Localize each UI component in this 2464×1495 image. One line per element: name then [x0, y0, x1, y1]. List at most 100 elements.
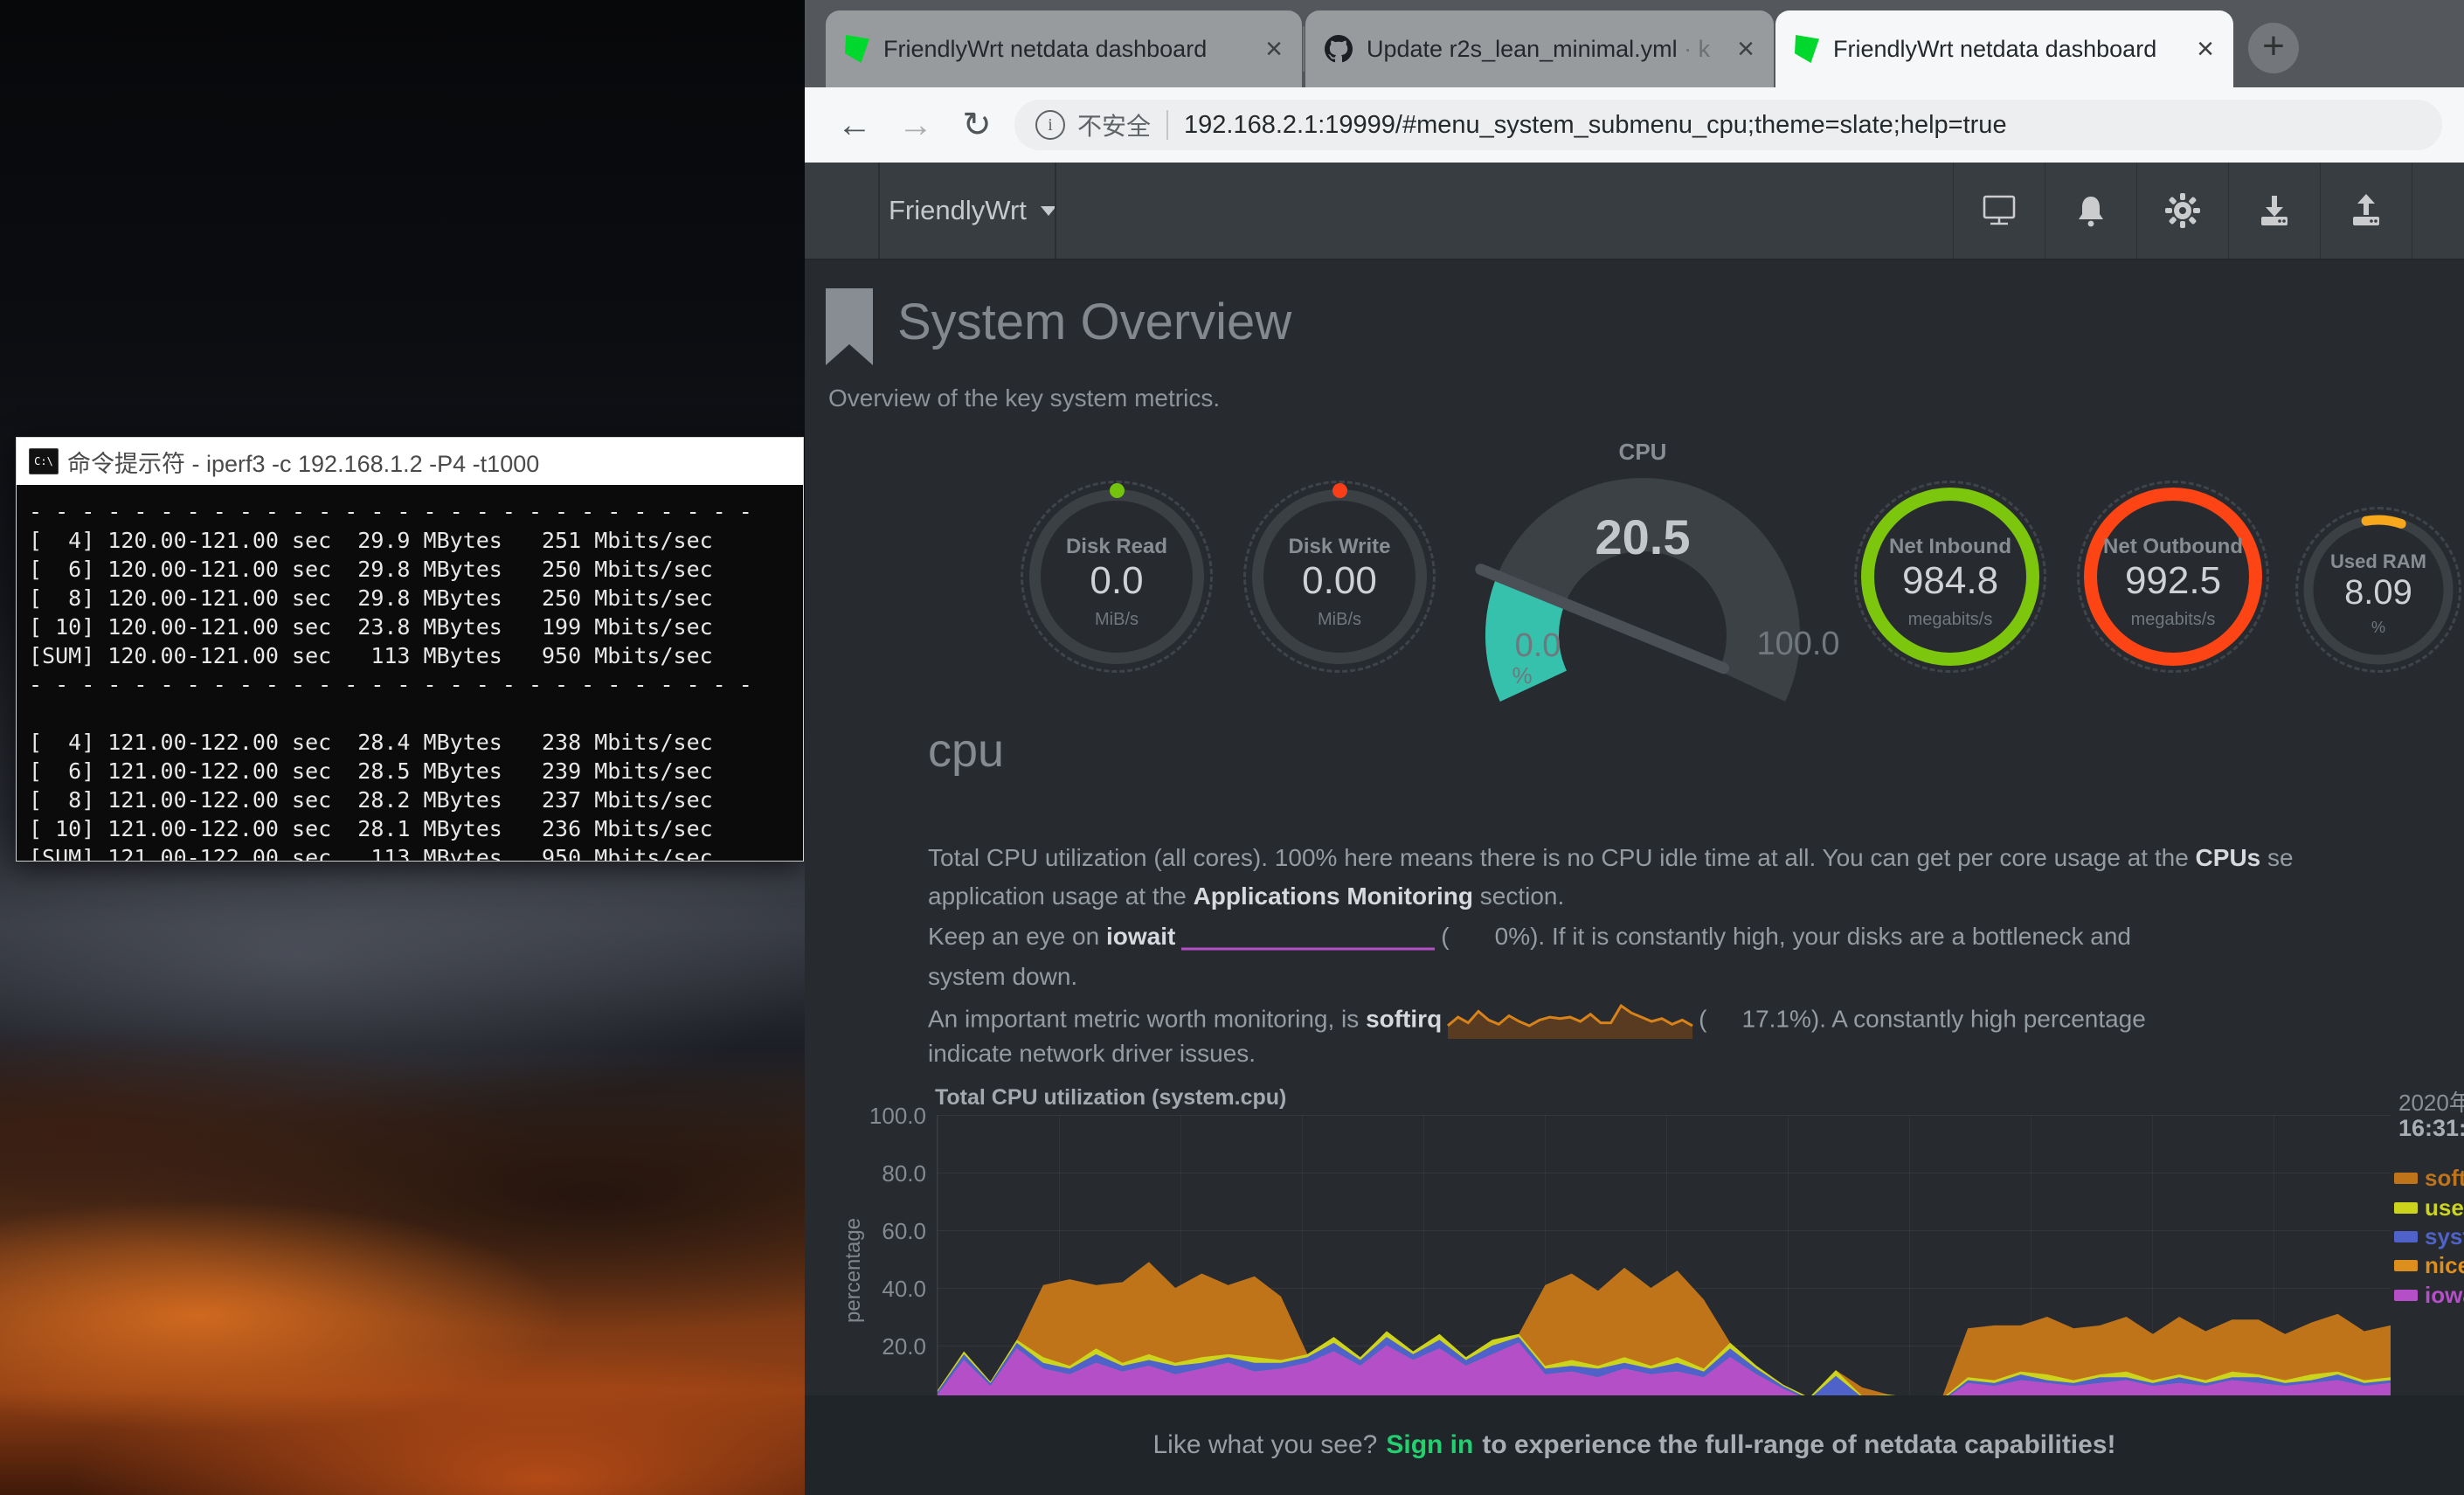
terminal-output[interactable]: - - - - - - - - - - - - - - - - - - - - … — [17, 485, 803, 861]
legend-item-system[interactable]: system — [2394, 1225, 2464, 1248]
gauge-used-ram[interactable]: Used RAM 8.09 % — [2295, 507, 2461, 673]
cpu-description-line: application usage at the Applications Mo… — [928, 882, 2464, 910]
browser-window: FriendlyWrt netdata dashboard × Update r… — [805, 0, 2464, 1495]
bookmark-icon — [826, 288, 873, 365]
tab-netdata-2-active[interactable]: FriendlyWrt netdata dashboard × — [1775, 10, 2233, 87]
address-bar[interactable]: i 不安全 192.168.2.1:19999/#menu_system_sub… — [1014, 100, 2442, 150]
legend-swatch — [2394, 1290, 2418, 1301]
brand-dropdown[interactable]: FriendlyWrt — [889, 163, 1056, 259]
terminal-line: [ 4] 120.00-121.00 sec 29.9 MBytes 251 M… — [29, 526, 803, 555]
cpu-chart-svg — [938, 1115, 2391, 1403]
security-label: 不安全 — [1077, 107, 1151, 142]
ytick: 60.0 — [830, 1218, 926, 1245]
tab-separator — [1303, 26, 1305, 72]
export-snapshot-button[interactable] — [2320, 163, 2412, 259]
monitor-icon — [1980, 193, 2018, 228]
forward-button[interactable]: → — [890, 100, 941, 150]
terminal-titlebar[interactable]: C:\ 命令提示符 - iperf3 -c 192.168.1.2 -P4 -t… — [17, 438, 803, 485]
legend-item-iowait[interactable]: iowait — [2394, 1284, 2464, 1306]
softirq-sparkline[interactable] — [1447, 1001, 1693, 1040]
gauge-net-inbound[interactable]: Net Inbound 984.8 megabits/s — [1854, 481, 2046, 673]
download-icon — [2256, 192, 2293, 229]
gauge-value: 992.5 — [2077, 559, 2269, 603]
tab-github[interactable]: Update r2s_lean_minimal.yml · k × — [1305, 10, 1774, 87]
back-button[interactable]: ← — [829, 100, 880, 150]
terminal-line: [ 10] 120.00-121.00 sec 23.8 MBytes 199 … — [29, 613, 803, 641]
url-text[interactable]: 192.168.2.1:19999/#menu_system_submenu_c… — [1184, 111, 2007, 140]
chart-date-label: 2020年3 — [2398, 1085, 2464, 1118]
partial-navbar-button[interactable] — [2412, 163, 2464, 259]
legend-swatch — [2394, 1173, 2418, 1184]
legend-swatch — [2394, 1231, 2418, 1242]
gauge-unit: megabits/s — [2077, 610, 2269, 630]
gauge-disk-read[interactable]: Disk Read 0.0 MiB/s — [1021, 481, 1213, 673]
gauge-cpu[interactable] — [1450, 452, 1835, 740]
cmd-icon: C:\ — [29, 448, 59, 474]
netdata-favicon — [845, 35, 869, 63]
settings-button[interactable] — [2136, 163, 2229, 259]
tab-title: FriendlyWrt netdata dashboard — [1833, 36, 2184, 63]
terminal-line: [ 10] 121.00-122.00 sec 28.1 MBytes 236 … — [29, 814, 803, 843]
tab-close-icon[interactable]: × — [1265, 34, 1283, 64]
terminal-line: [ 8] 120.00-121.00 sec 29.8 MBytes 250 M… — [29, 584, 803, 613]
cpu-description-line: An important metric worth monitoring, is… — [928, 1001, 2464, 1040]
cpu-chart-plot-area[interactable] — [937, 1115, 2391, 1403]
gauge-label: Net Inbound — [1854, 535, 2046, 559]
tab-netdata-1[interactable]: FriendlyWrt netdata dashboard × — [826, 10, 1302, 87]
new-tab-button[interactable]: + — [2248, 23, 2299, 73]
iowait-sparkline[interactable] — [1180, 925, 1436, 952]
gauge-value: 0.00 — [1243, 559, 1436, 603]
gauge-unit: MiB/s — [1243, 610, 1436, 630]
terminal-line: [ 6] 120.00-121.00 sec 29.8 MBytes 250 M… — [29, 555, 803, 584]
terminal-line: - - - - - - - - - - - - - - - - - - - - … — [29, 670, 803, 699]
cpus-link[interactable]: CPUs — [2196, 844, 2261, 871]
gauge-disk-write[interactable]: Disk Write 0.00 MiB/s — [1243, 481, 1436, 673]
terminal-title: 命令提示符 - iperf3 -c 192.168.1.2 -P4 -t1000 — [67, 445, 539, 479]
gauge-value: 8.09 — [2295, 573, 2461, 613]
iowait-term: iowait — [1106, 923, 1175, 950]
tab-title: FriendlyWrt netdata dashboard — [883, 36, 1253, 63]
legend-item-softirq[interactable]: softirq — [2394, 1166, 2464, 1189]
print-dashboard-button[interactable] — [1953, 163, 2045, 259]
tab-close-icon[interactable]: × — [1737, 34, 1755, 64]
tab-strip: FriendlyWrt netdata dashboard × Update r… — [805, 0, 2464, 87]
legend-item-user[interactable]: user — [2394, 1196, 2464, 1219]
netdata-favicon — [1795, 35, 1819, 63]
gauge-net-outbound[interactable]: Net Outbound 992.5 megabits/s — [2077, 481, 2269, 673]
alarms-button[interactable] — [2045, 163, 2137, 259]
cpu-description-line: indicate network driver issues. — [928, 1040, 2464, 1068]
legend-swatch — [2394, 1202, 2418, 1214]
applications-monitoring-link[interactable]: Applications Monitoring — [1194, 882, 1473, 910]
cpu-gauge-unit: % — [1500, 662, 1544, 689]
ytick: 20.0 — [830, 1333, 926, 1360]
iowait-value: 0% — [1495, 923, 1530, 950]
cpu-gauge-label: CPU — [1555, 439, 1730, 466]
terminal-window[interactable]: C:\ 命令提示符 - iperf3 -c 192.168.1.2 -P4 -t… — [16, 437, 804, 862]
terminal-line: [ 8] 121.00-122.00 sec 28.2 MBytes 237 M… — [29, 786, 803, 814]
chart-time-label: 16:31:2 — [2398, 1115, 2464, 1142]
cpu-gauge-max: 100.0 — [1741, 626, 1855, 663]
gauge-label: Disk Write — [1243, 535, 1436, 559]
sign-in-link[interactable]: Sign in — [1386, 1430, 1473, 1460]
ytick: 40.0 — [830, 1276, 926, 1303]
ytick: 100.0 — [830, 1103, 926, 1130]
gauge-value: 0.0 — [1021, 559, 1213, 603]
gauge-unit: megabits/s — [1854, 610, 2046, 630]
gauge-label: Net Outbound — [2077, 535, 2269, 559]
terminal-line: [SUM] 121.00-122.00 sec 113 MBytes 950 M… — [29, 843, 803, 861]
netdata-signin-bar: Like what you see? Sign in to experience… — [805, 1395, 2464, 1495]
navbar-divider — [878, 163, 880, 259]
legend-swatch — [2394, 1260, 2418, 1271]
cpu-description-line: Keep an eye on iowait(0%). If it is cons… — [928, 923, 2464, 952]
footer-text: to experience the full-range of netdata … — [1482, 1430, 2115, 1460]
legend-item-nice[interactable]: nice — [2394, 1254, 2464, 1277]
cpu-gauge-value: 20.5 — [1538, 509, 1748, 565]
site-info-icon[interactable]: i — [1035, 110, 1065, 140]
tab-close-icon[interactable]: × — [2197, 34, 2214, 64]
chart-title: Total CPU utilization (system.cpu) — [935, 1085, 1286, 1111]
tab-title-suffix: · k — [1684, 36, 1710, 62]
gauge-label: Used RAM — [2295, 550, 2461, 573]
import-snapshot-button[interactable] — [2228, 163, 2321, 259]
reload-button[interactable]: ↻ — [952, 100, 1002, 150]
softirq-term: softirq — [1366, 1005, 1442, 1032]
